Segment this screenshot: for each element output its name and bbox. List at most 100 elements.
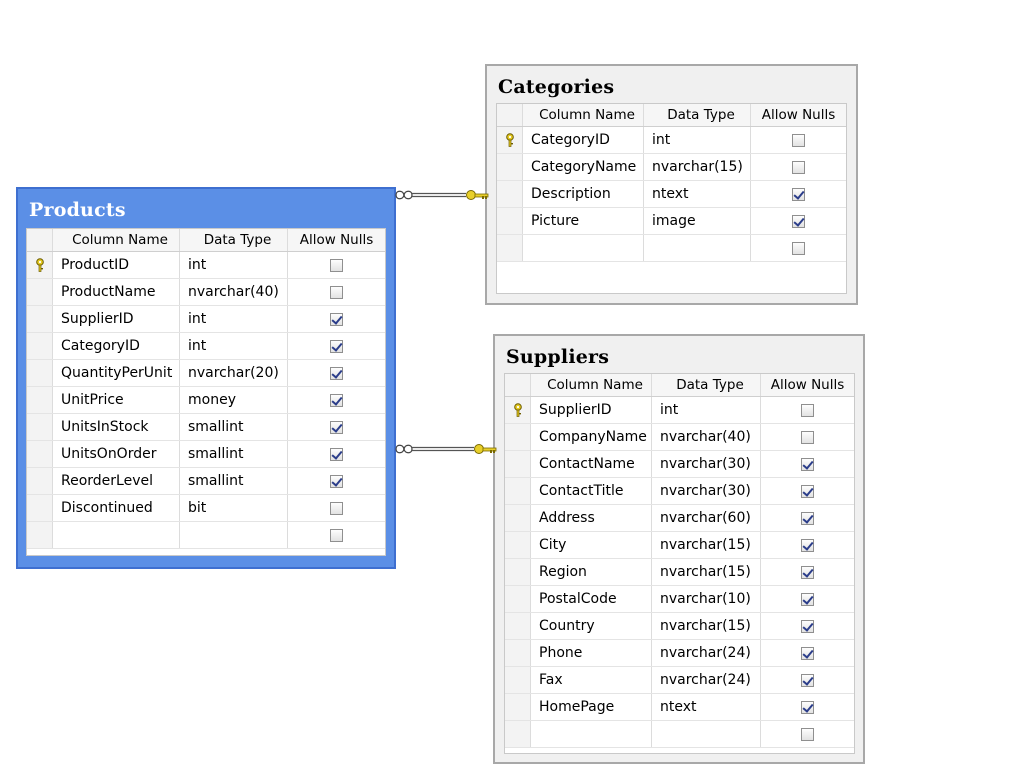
row-selector[interactable] <box>27 468 53 494</box>
column-row[interactable]: Description ntext <box>497 181 846 208</box>
data-type-cell[interactable]: nvarchar(60) <box>652 505 761 531</box>
row-selector[interactable] <box>27 522 53 548</box>
row-selector[interactable] <box>505 532 531 558</box>
data-type-cell[interactable]: nvarchar(15) <box>652 532 761 558</box>
allow-nulls-checkbox[interactable] <box>330 501 343 515</box>
column-name-cell[interactable]: Fax <box>531 667 652 693</box>
data-type-cell[interactable]: smallint <box>180 414 288 440</box>
column-row[interactable]: CategoryID int <box>27 333 385 360</box>
column-row[interactable]: UnitPrice money <box>27 387 385 414</box>
allow-nulls-checkbox[interactable] <box>801 457 814 471</box>
column-name-cell[interactable]: Region <box>531 559 652 585</box>
allow-nulls-checkbox[interactable] <box>330 420 343 434</box>
data-type-cell[interactable]: int <box>180 306 288 332</box>
column-row[interactable]: ContactTitle nvarchar(30) <box>505 478 854 505</box>
data-type-cell[interactable] <box>644 235 751 261</box>
allow-nulls-checkbox[interactable] <box>330 447 343 461</box>
allow-nulls-checkbox[interactable] <box>801 673 814 687</box>
table-products[interactable]: Products Column Name Data Type Allow Nul… <box>16 187 396 569</box>
column-name-cell[interactable]: City <box>531 532 652 558</box>
table-suppliers[interactable]: Suppliers Column Name Data Type Allow Nu… <box>493 334 865 764</box>
column-row[interactable]: PostalCode nvarchar(10) <box>505 586 854 613</box>
column-row[interactable]: ProductName nvarchar(40) <box>27 279 385 306</box>
column-name-cell[interactable]: ContactTitle <box>531 478 652 504</box>
allow-nulls-checkbox[interactable] <box>330 258 343 272</box>
row-selector[interactable] <box>505 424 531 450</box>
allow-nulls-checkbox[interactable] <box>801 646 814 660</box>
data-type-cell[interactable]: nvarchar(20) <box>180 360 288 386</box>
relationship-products-categories[interactable] <box>394 184 492 206</box>
data-type-cell[interactable]: money <box>180 387 288 413</box>
allow-nulls-checkbox[interactable] <box>792 214 805 228</box>
column-row[interactable]: HomePage ntext <box>505 694 854 721</box>
data-type-cell[interactable]: nvarchar(15) <box>652 613 761 639</box>
new-column-row[interactable] <box>27 522 385 549</box>
column-row[interactable]: Region nvarchar(15) <box>505 559 854 586</box>
table-categories[interactable]: Categories Column Name Data Type Allow N… <box>485 64 858 305</box>
column-row[interactable]: Discontinued bit <box>27 495 385 522</box>
data-type-cell[interactable]: image <box>644 208 751 234</box>
row-selector[interactable] <box>27 387 53 413</box>
row-selector[interactable] <box>505 451 531 477</box>
data-type-cell[interactable]: nvarchar(40) <box>652 424 761 450</box>
column-name-cell[interactable]: Address <box>531 505 652 531</box>
relationship-products-suppliers[interactable] <box>394 438 498 460</box>
column-row[interactable]: Address nvarchar(60) <box>505 505 854 532</box>
column-name-cell[interactable]: CategoryID <box>53 333 180 359</box>
column-name-cell[interactable]: HomePage <box>531 694 652 720</box>
new-column-row[interactable] <box>505 721 854 748</box>
column-row[interactable]: UnitsOnOrder smallint <box>27 441 385 468</box>
column-name-cell[interactable]: UnitsOnOrder <box>53 441 180 467</box>
data-type-cell[interactable]: nvarchar(30) <box>652 478 761 504</box>
column-name-cell[interactable]: Description <box>523 181 644 207</box>
column-row[interactable]: Picture image <box>497 208 846 235</box>
column-row[interactable]: ProductID int <box>27 252 385 279</box>
column-name-cell[interactable]: ReorderLevel <box>53 468 180 494</box>
column-name-cell[interactable]: Picture <box>523 208 644 234</box>
row-selector[interactable] <box>497 235 523 261</box>
allow-nulls-checkbox[interactable] <box>792 187 805 201</box>
data-type-cell[interactable]: int <box>180 333 288 359</box>
new-column-row[interactable] <box>497 235 846 262</box>
allow-nulls-checkbox[interactable] <box>801 592 814 606</box>
data-type-cell[interactable]: nvarchar(40) <box>180 279 288 305</box>
row-selector[interactable] <box>27 360 53 386</box>
row-selector[interactable] <box>27 495 53 521</box>
column-name-cell[interactable] <box>523 235 644 261</box>
column-row[interactable]: ReorderLevel smallint <box>27 468 385 495</box>
allow-nulls-checkbox[interactable] <box>801 484 814 498</box>
data-type-cell[interactable]: nvarchar(15) <box>644 154 751 180</box>
data-type-cell[interactable]: int <box>644 127 751 153</box>
data-type-cell[interactable]: ntext <box>652 694 761 720</box>
column-name-cell[interactable]: UnitPrice <box>53 387 180 413</box>
data-type-cell[interactable]: ntext <box>644 181 751 207</box>
allow-nulls-checkbox[interactable] <box>330 393 343 407</box>
allow-nulls-checkbox[interactable] <box>801 727 814 741</box>
data-type-cell[interactable]: int <box>652 397 761 423</box>
data-type-cell[interactable]: nvarchar(24) <box>652 640 761 666</box>
column-row[interactable]: Fax nvarchar(24) <box>505 667 854 694</box>
column-name-cell[interactable]: Country <box>531 613 652 639</box>
allow-nulls-checkbox[interactable] <box>330 366 343 380</box>
data-type-cell[interactable]: nvarchar(24) <box>652 667 761 693</box>
column-name-cell[interactable]: QuantityPerUnit <box>53 360 180 386</box>
column-name-cell[interactable] <box>531 721 652 747</box>
column-name-cell[interactable]: PostalCode <box>531 586 652 612</box>
column-name-cell[interactable]: Discontinued <box>53 495 180 521</box>
row-selector[interactable] <box>505 694 531 720</box>
data-type-cell[interactable]: smallint <box>180 468 288 494</box>
row-selector[interactable] <box>505 505 531 531</box>
row-selector[interactable] <box>27 279 53 305</box>
column-row[interactable]: CategoryName nvarchar(15) <box>497 154 846 181</box>
column-row[interactable]: SupplierID int <box>505 397 854 424</box>
allow-nulls-checkbox[interactable] <box>330 285 343 299</box>
allow-nulls-checkbox[interactable] <box>330 528 343 542</box>
allow-nulls-checkbox[interactable] <box>330 339 343 353</box>
data-type-cell[interactable] <box>652 721 761 747</box>
data-type-cell[interactable]: nvarchar(30) <box>652 451 761 477</box>
column-row[interactable]: QuantityPerUnit nvarchar(20) <box>27 360 385 387</box>
data-type-cell[interactable]: int <box>180 252 288 278</box>
column-name-cell[interactable]: CategoryName <box>523 154 644 180</box>
column-row[interactable]: ContactName nvarchar(30) <box>505 451 854 478</box>
column-name-cell[interactable]: ContactName <box>531 451 652 477</box>
